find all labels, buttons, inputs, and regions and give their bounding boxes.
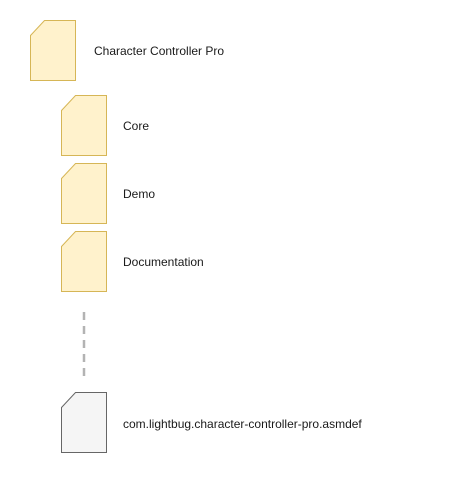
documentation-folder-label: Documentation bbox=[123, 255, 204, 269]
folder-tree-diagram: Character Controller Pro Core Demo Docum… bbox=[0, 0, 475, 484]
root-folder-label: Character Controller Pro bbox=[94, 44, 225, 58]
documentation-folder-icon bbox=[61, 231, 107, 292]
asmdef-file-icon bbox=[61, 392, 107, 453]
root-folder-icon bbox=[30, 20, 76, 81]
ellipsis-connector bbox=[82, 312, 86, 382]
core-folder-icon bbox=[61, 95, 107, 156]
core-folder-label: Core bbox=[123, 119, 150, 133]
demo-folder-label: Demo bbox=[123, 187, 156, 201]
asmdef-file-label: com.lightbug.character-controller-pro.as… bbox=[123, 417, 362, 431]
demo-folder-icon bbox=[61, 163, 107, 224]
